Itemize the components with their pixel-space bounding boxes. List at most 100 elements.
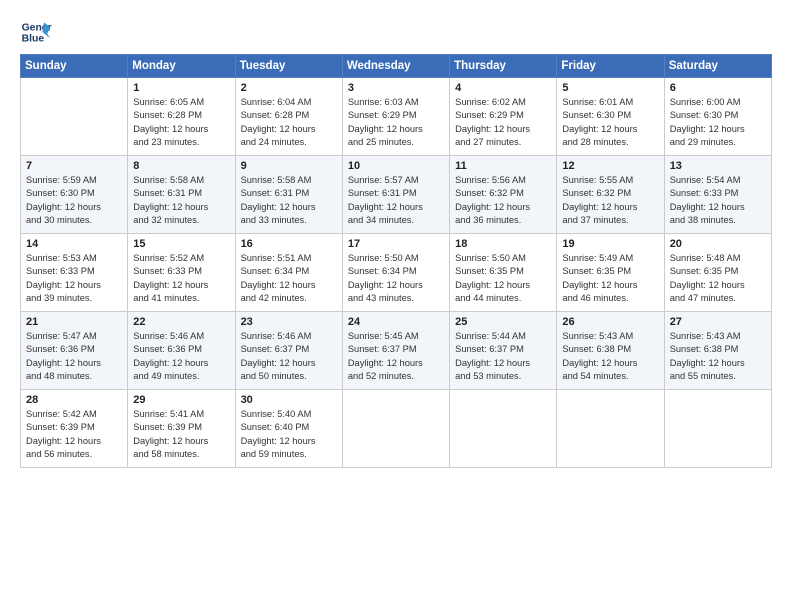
day-number: 17 bbox=[348, 238, 445, 250]
day-content: Sunrise: 5:51 AM Sunset: 6:34 PM Dayligh… bbox=[241, 252, 338, 306]
day-content: Sunrise: 5:50 AM Sunset: 6:35 PM Dayligh… bbox=[455, 252, 552, 306]
calendar-cell bbox=[557, 390, 664, 468]
week-row-2: 7Sunrise: 5:59 AM Sunset: 6:30 PM Daylig… bbox=[21, 156, 772, 234]
day-content: Sunrise: 5:55 AM Sunset: 6:32 PM Dayligh… bbox=[562, 174, 659, 228]
day-number: 5 bbox=[562, 82, 659, 94]
day-content: Sunrise: 5:56 AM Sunset: 6:32 PM Dayligh… bbox=[455, 174, 552, 228]
day-content: Sunrise: 6:00 AM Sunset: 6:30 PM Dayligh… bbox=[670, 96, 767, 150]
page: General Blue SundayMondayTuesdayWednesda… bbox=[0, 0, 792, 612]
col-header-friday: Friday bbox=[557, 55, 664, 78]
col-header-wednesday: Wednesday bbox=[342, 55, 449, 78]
day-number: 3 bbox=[348, 82, 445, 94]
calendar-cell: 4 Sunrise: 6:02 AM Sunset: 6:29 PM Daylig… bbox=[450, 78, 557, 156]
day-number: 21 bbox=[26, 316, 123, 328]
calendar-cell: 2 Sunrise: 6:04 AM Sunset: 6:28 PM Daylig… bbox=[235, 78, 342, 156]
col-header-monday: Monday bbox=[128, 55, 235, 78]
week-row-5: 28 Sunrise: 5:42 AM Sunset: 6:39 PM Dayli… bbox=[21, 390, 772, 468]
day-content: Sunrise: 5:40 AM Sunset: 6:40 PM Dayligh… bbox=[241, 408, 338, 462]
calendar-cell: 1 Sunrise: 6:05 AM Sunset: 6:28 PM Daylig… bbox=[128, 78, 235, 156]
header: General Blue bbox=[20, 16, 772, 48]
day-content: Sunrise: 5:58 AM Sunset: 6:31 PM Dayligh… bbox=[133, 174, 230, 228]
day-content: Sunrise: 5:59 AM Sunset: 6:30 PM Dayligh… bbox=[26, 174, 123, 228]
day-number: 11 bbox=[455, 160, 552, 172]
day-number: 24 bbox=[348, 316, 445, 328]
col-header-saturday: Saturday bbox=[664, 55, 771, 78]
day-number: 30 bbox=[241, 394, 338, 406]
header-row: SundayMondayTuesdayWednesdayThursdayFrid… bbox=[21, 55, 772, 78]
calendar-cell: 26 Sunrise: 5:43 AM Sunset: 6:38 PM Dayli… bbox=[557, 312, 664, 390]
day-content: Sunrise: 5:57 AM Sunset: 6:31 PM Dayligh… bbox=[348, 174, 445, 228]
calendar-cell bbox=[450, 390, 557, 468]
logo: General Blue bbox=[20, 16, 56, 48]
day-content: Sunrise: 5:45 AM Sunset: 6:37 PM Dayligh… bbox=[348, 330, 445, 384]
calendar-cell bbox=[664, 390, 771, 468]
day-number: 12 bbox=[562, 160, 659, 172]
calendar-cell: 24 Sunrise: 5:45 AM Sunset: 6:37 PM Dayli… bbox=[342, 312, 449, 390]
calendar-cell bbox=[342, 390, 449, 468]
calendar-cell bbox=[21, 78, 128, 156]
calendar-cell: 27 Sunrise: 5:43 AM Sunset: 6:38 PM Dayli… bbox=[664, 312, 771, 390]
calendar-cell: 19Sunrise: 5:49 AM Sunset: 6:35 PM Dayli… bbox=[557, 234, 664, 312]
day-content: Sunrise: 6:03 AM Sunset: 6:29 PM Dayligh… bbox=[348, 96, 445, 150]
day-number: 22 bbox=[133, 316, 230, 328]
day-number: 20 bbox=[670, 238, 767, 250]
calendar-cell: 3 Sunrise: 6:03 AM Sunset: 6:29 PM Daylig… bbox=[342, 78, 449, 156]
day-content: Sunrise: 5:50 AM Sunset: 6:34 PM Dayligh… bbox=[348, 252, 445, 306]
calendar-cell: 12 Sunrise: 5:55 AM Sunset: 6:32 PM Dayli… bbox=[557, 156, 664, 234]
day-content: Sunrise: 5:43 AM Sunset: 6:38 PM Dayligh… bbox=[670, 330, 767, 384]
calendar-cell: 13Sunrise: 5:54 AM Sunset: 6:33 PM Dayli… bbox=[664, 156, 771, 234]
day-content: Sunrise: 5:52 AM Sunset: 6:33 PM Dayligh… bbox=[133, 252, 230, 306]
day-content: Sunrise: 5:47 AM Sunset: 6:36 PM Dayligh… bbox=[26, 330, 123, 384]
day-number: 26 bbox=[562, 316, 659, 328]
day-number: 9 bbox=[241, 160, 338, 172]
week-row-1: 1 Sunrise: 6:05 AM Sunset: 6:28 PM Daylig… bbox=[21, 78, 772, 156]
day-content: Sunrise: 6:05 AM Sunset: 6:28 PM Dayligh… bbox=[133, 96, 230, 150]
day-number: 8 bbox=[133, 160, 230, 172]
day-content: Sunrise: 5:42 AM Sunset: 6:39 PM Dayligh… bbox=[26, 408, 123, 462]
week-row-4: 21 Sunrise: 5:47 AM Sunset: 6:36 PM Dayli… bbox=[21, 312, 772, 390]
day-number: 1 bbox=[133, 82, 230, 94]
day-content: Sunrise: 6:02 AM Sunset: 6:29 PM Dayligh… bbox=[455, 96, 552, 150]
day-number: 28 bbox=[26, 394, 123, 406]
calendar-cell: 25Sunrise: 5:44 AM Sunset: 6:37 PM Dayli… bbox=[450, 312, 557, 390]
day-content: Sunrise: 5:43 AM Sunset: 6:38 PM Dayligh… bbox=[562, 330, 659, 384]
day-number: 25 bbox=[455, 316, 552, 328]
col-header-thursday: Thursday bbox=[450, 55, 557, 78]
calendar-cell: 21 Sunrise: 5:47 AM Sunset: 6:36 PM Dayli… bbox=[21, 312, 128, 390]
calendar-table: SundayMondayTuesdayWednesdayThursdayFrid… bbox=[20, 54, 772, 468]
calendar-cell: 6 Sunrise: 6:00 AM Sunset: 6:30 PM Daylig… bbox=[664, 78, 771, 156]
day-content: Sunrise: 6:04 AM Sunset: 6:28 PM Dayligh… bbox=[241, 96, 338, 150]
day-number: 18 bbox=[455, 238, 552, 250]
calendar-cell: 10 Sunrise: 5:57 AM Sunset: 6:31 PM Dayli… bbox=[342, 156, 449, 234]
day-number: 29 bbox=[133, 394, 230, 406]
day-number: 27 bbox=[670, 316, 767, 328]
day-content: Sunrise: 5:53 AM Sunset: 6:33 PM Dayligh… bbox=[26, 252, 123, 306]
day-content: Sunrise: 5:46 AM Sunset: 6:37 PM Dayligh… bbox=[241, 330, 338, 384]
calendar-cell: 7Sunrise: 5:59 AM Sunset: 6:30 PM Daylig… bbox=[21, 156, 128, 234]
logo-icon: General Blue bbox=[20, 16, 52, 48]
calendar-cell: 30 Sunrise: 5:40 AM Sunset: 6:40 PM Dayli… bbox=[235, 390, 342, 468]
calendar-cell: 16 Sunrise: 5:51 AM Sunset: 6:34 PM Dayli… bbox=[235, 234, 342, 312]
col-header-sunday: Sunday bbox=[21, 55, 128, 78]
calendar-cell: 5 Sunrise: 6:01 AM Sunset: 6:30 PM Daylig… bbox=[557, 78, 664, 156]
calendar-cell: 23Sunrise: 5:46 AM Sunset: 6:37 PM Dayli… bbox=[235, 312, 342, 390]
day-number: 19 bbox=[562, 238, 659, 250]
day-number: 6 bbox=[670, 82, 767, 94]
svg-text:Blue: Blue bbox=[22, 34, 45, 45]
calendar-cell: 15 Sunrise: 5:52 AM Sunset: 6:33 PM Dayli… bbox=[128, 234, 235, 312]
day-number: 4 bbox=[455, 82, 552, 94]
calendar-cell: 29Sunrise: 5:41 AM Sunset: 6:39 PM Dayli… bbox=[128, 390, 235, 468]
calendar-cell: 9 Sunrise: 5:58 AM Sunset: 6:31 PM Daylig… bbox=[235, 156, 342, 234]
calendar-cell: 14Sunrise: 5:53 AM Sunset: 6:33 PM Dayli… bbox=[21, 234, 128, 312]
day-content: Sunrise: 5:58 AM Sunset: 6:31 PM Dayligh… bbox=[241, 174, 338, 228]
day-content: Sunrise: 6:01 AM Sunset: 6:30 PM Dayligh… bbox=[562, 96, 659, 150]
day-number: 15 bbox=[133, 238, 230, 250]
day-content: Sunrise: 5:46 AM Sunset: 6:36 PM Dayligh… bbox=[133, 330, 230, 384]
day-number: 10 bbox=[348, 160, 445, 172]
day-number: 2 bbox=[241, 82, 338, 94]
calendar-cell: 18 Sunrise: 5:50 AM Sunset: 6:35 PM Dayli… bbox=[450, 234, 557, 312]
week-row-3: 14Sunrise: 5:53 AM Sunset: 6:33 PM Dayli… bbox=[21, 234, 772, 312]
day-number: 16 bbox=[241, 238, 338, 250]
day-number: 13 bbox=[670, 160, 767, 172]
col-header-tuesday: Tuesday bbox=[235, 55, 342, 78]
